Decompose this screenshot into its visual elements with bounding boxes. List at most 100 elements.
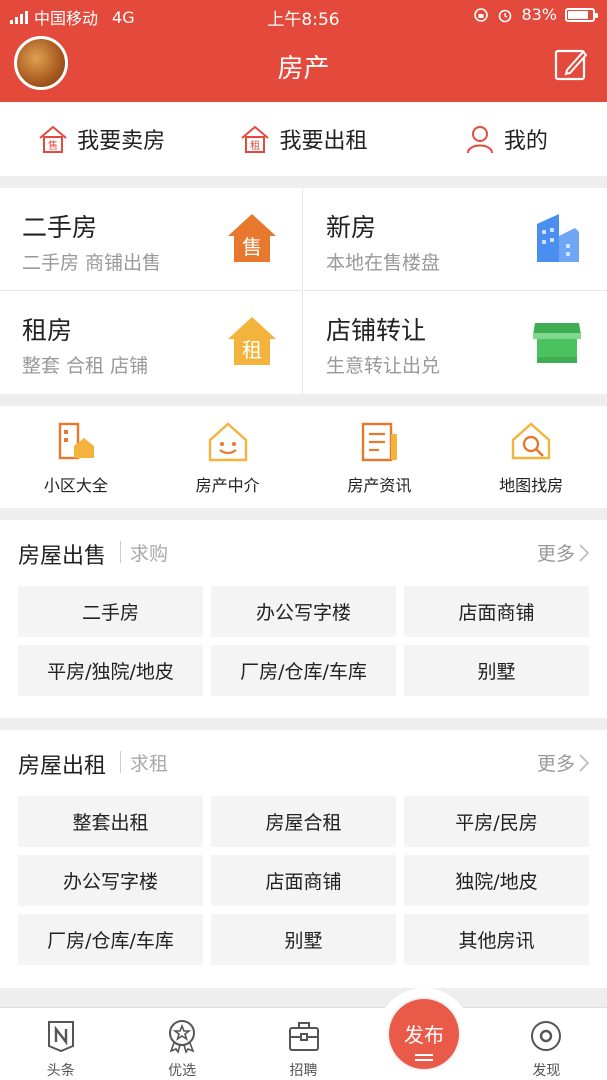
rent-item[interactable]: 房屋合租 bbox=[211, 796, 396, 847]
battery-icon bbox=[565, 7, 598, 22]
category-subtitle: 生意转让出兑 bbox=[326, 355, 441, 377]
publish-bar-icon bbox=[415, 1054, 433, 1056]
my-label: 我的 bbox=[503, 129, 548, 154]
star-badge-icon bbox=[169, 1020, 196, 1054]
building-icon bbox=[58, 422, 94, 460]
svg-text:售: 售 bbox=[48, 139, 58, 152]
status-bar: 中国移动 4G 上午8:56 83% bbox=[0, 0, 607, 30]
seeking-rent-link[interactable]: 求租 bbox=[130, 749, 168, 776]
page-title: 房产 bbox=[277, 54, 330, 84]
more-button[interactable]: 更多 bbox=[537, 539, 589, 566]
sell-house-icon: 售 bbox=[39, 125, 67, 153]
more-label: 更多 bbox=[536, 753, 575, 775]
tab-label: 招聘 bbox=[289, 1063, 318, 1079]
wanted-link[interactable]: 求购 bbox=[130, 539, 168, 566]
sale-house-icon-text: 售 bbox=[242, 235, 262, 259]
sale-item[interactable]: 厂房/仓库/车库 bbox=[211, 645, 396, 696]
sale-grid: 二手房 办公写字楼 店面商铺 平房/独院/地皮 厂房/仓库/车库 别墅 bbox=[18, 586, 589, 696]
category-shop-transfer[interactable]: 店铺转让 生意转让出兑 bbox=[304, 291, 607, 394]
rent-item[interactable]: 办公写字楼 bbox=[18, 855, 203, 906]
sale-item[interactable]: 办公写字楼 bbox=[211, 586, 396, 637]
sale-item[interactable]: 别墅 bbox=[404, 645, 589, 696]
discover-icon bbox=[531, 1021, 562, 1051]
service-label: 地图找房 bbox=[499, 476, 564, 495]
user-icon bbox=[466, 126, 493, 154]
briefcase-icon bbox=[288, 1022, 319, 1051]
sale-item[interactable]: 二手房 bbox=[18, 586, 203, 637]
publish-button[interactable]: 发布 bbox=[389, 999, 459, 1069]
tab-headlines[interactable]: 头条 bbox=[0, 1008, 121, 1080]
chevron-right-icon bbox=[579, 753, 589, 772]
tab-label: 头条 bbox=[46, 1063, 75, 1079]
section-divider bbox=[120, 541, 121, 563]
rent-item[interactable]: 整套出租 bbox=[18, 796, 203, 847]
rent-section: 房屋出租 求租 更多 整套出租 房屋合租 平房/民房 办公写字楼 店面商铺 独院… bbox=[0, 730, 607, 988]
rent-house-button[interactable]: 租 我要出租 bbox=[202, 123, 404, 155]
category-subtitle: 本地在售楼盘 bbox=[326, 252, 441, 274]
status-right: 83% bbox=[473, 5, 598, 24]
orientation-lock-icon bbox=[474, 7, 489, 22]
rent-item[interactable]: 别墅 bbox=[211, 914, 396, 965]
section-header: 房屋出租 求租 更多 bbox=[0, 730, 607, 792]
more-button[interactable]: 更多 bbox=[537, 749, 589, 776]
tab-label: 优选 bbox=[168, 1063, 197, 1079]
news-icon bbox=[362, 422, 398, 462]
category-title: 租房 bbox=[22, 316, 73, 345]
publish-bar-icon bbox=[415, 1059, 433, 1061]
section-title: 房屋出租 bbox=[18, 754, 107, 779]
rent-house-label: 我要出租 bbox=[279, 129, 368, 154]
service-news[interactable]: 房产资讯 bbox=[304, 406, 456, 508]
section-header: 房屋出售 求购 更多 bbox=[0, 520, 607, 582]
service-label: 房产资讯 bbox=[347, 476, 412, 495]
alarm-icon bbox=[499, 9, 512, 22]
svg-text:租: 租 bbox=[250, 139, 260, 152]
section-title: 房屋出售 bbox=[18, 544, 107, 569]
category-second-hand[interactable]: 二手房 二手房 商铺出售 售 bbox=[0, 188, 303, 291]
buildings-icon bbox=[537, 214, 579, 262]
rent-item[interactable]: 独院/地皮 bbox=[404, 855, 589, 906]
rent-item[interactable]: 其他房讯 bbox=[404, 914, 589, 965]
tab-jobs[interactable]: 招聘 bbox=[243, 1008, 364, 1080]
category-title: 店铺转让 bbox=[326, 316, 427, 345]
sell-house-label: 我要卖房 bbox=[77, 129, 166, 154]
sell-house-button[interactable]: 售 我要卖房 bbox=[0, 123, 202, 155]
category-subtitle: 整套 合租 店铺 bbox=[22, 355, 149, 377]
category-title: 二手房 bbox=[22, 213, 98, 242]
tab-discover[interactable]: 发现 bbox=[486, 1008, 607, 1080]
edit-icon[interactable] bbox=[553, 46, 589, 82]
rent-item[interactable]: 平房/民房 bbox=[404, 796, 589, 847]
category-grid: 二手房 二手房 商铺出售 售 新房 本地在售楼盘 租房 整套 合租 店铺 租 店… bbox=[0, 188, 607, 394]
sale-house-icon: 售 bbox=[228, 214, 276, 262]
service-map[interactable]: 地图找房 bbox=[455, 406, 607, 508]
rent-item[interactable]: 店面商铺 bbox=[211, 855, 396, 906]
sale-item[interactable]: 平房/独院/地皮 bbox=[18, 645, 203, 696]
service-agency[interactable]: 房产中介 bbox=[152, 406, 304, 508]
tab-bar: 头条 优选 招聘 发现 bbox=[0, 1007, 607, 1080]
chevron-right-icon bbox=[579, 543, 589, 562]
rent-grid: 整套出租 房屋合租 平房/民房 办公写字楼 店面商铺 独院/地皮 厂房/仓库/车… bbox=[18, 796, 589, 965]
more-label: 更多 bbox=[536, 543, 575, 565]
category-new-house[interactable]: 新房 本地在售楼盘 bbox=[304, 188, 607, 291]
rent-item[interactable]: 厂房/仓库/车库 bbox=[18, 914, 203, 965]
service-label: 小区大全 bbox=[43, 476, 108, 495]
category-rent[interactable]: 租房 整套 合租 店铺 租 bbox=[0, 291, 303, 394]
tab-label: 发现 bbox=[532, 1063, 561, 1079]
service-label: 房产中介 bbox=[195, 476, 260, 495]
service-community[interactable]: 小区大全 bbox=[0, 406, 152, 508]
my-button[interactable]: 我的 bbox=[405, 123, 607, 155]
rent-house-icon-text: 租 bbox=[242, 338, 262, 362]
rent-house-icon: 租 bbox=[228, 317, 276, 365]
map-search-icon bbox=[511, 422, 551, 460]
shop-icon bbox=[533, 323, 581, 363]
quick-actions: 售 我要卖房 租 我要出租 我的 bbox=[0, 102, 607, 176]
rent-house-icon: 租 bbox=[241, 125, 270, 153]
smile-house-icon bbox=[208, 422, 247, 462]
category-subtitle: 二手房 商铺出售 bbox=[22, 252, 162, 274]
service-row: 小区大全 房产中介 房产资讯 地图找房 bbox=[0, 406, 607, 508]
news-n-icon bbox=[47, 1021, 74, 1053]
sale-section: 房屋出售 求购 更多 二手房 办公写字楼 店面商铺 平房/独院/地皮 厂房/仓库… bbox=[0, 520, 607, 718]
section-divider bbox=[120, 751, 121, 773]
battery-percent: 83% bbox=[521, 5, 557, 24]
tab-featured[interactable]: 优选 bbox=[121, 1008, 242, 1080]
sale-item[interactable]: 店面商铺 bbox=[404, 586, 589, 637]
